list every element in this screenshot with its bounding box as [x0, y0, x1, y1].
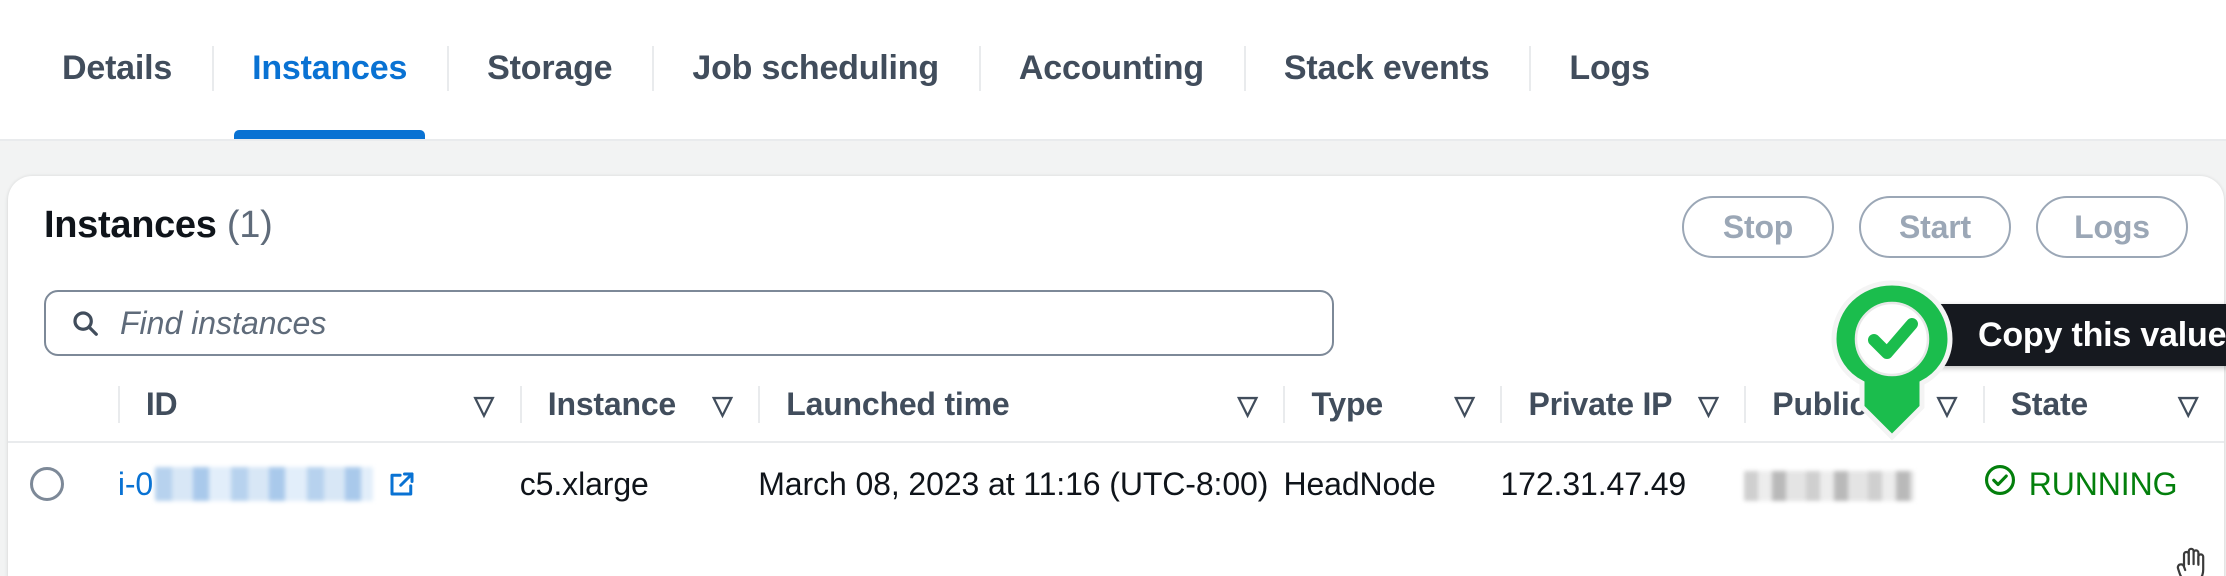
redacted-instance-id	[155, 467, 374, 501]
sort-icon[interactable]: ▽	[1238, 392, 1258, 418]
search-box[interactable]	[44, 290, 1334, 356]
tab-label: Stack events	[1283, 49, 1490, 87]
column-label: Instance	[547, 386, 677, 422]
cell-launched-time: March 08, 2023 at 11:16 (UTC-8:00)	[758, 465, 1269, 502]
tab-label: Logs	[1569, 49, 1650, 87]
cell-type: HeadNode	[1283, 465, 1436, 502]
tab-logs[interactable]: Logs	[1529, 0, 1689, 139]
status-badge: RUNNING	[2028, 465, 2178, 502]
col-header-private-ip[interactable]: Private IP ▽	[1500, 386, 1744, 442]
col-header-instance[interactable]: Instance ▽	[519, 386, 758, 442]
tab-bar: Details Instances Storage Job scheduling…	[0, 0, 2226, 141]
column-label: State	[2010, 386, 2089, 422]
external-link-icon[interactable]	[387, 469, 417, 499]
tab-stack-events[interactable]: Stack events	[1243, 0, 1530, 139]
status-success-icon	[1983, 463, 2017, 505]
table-header: ID ▽ Instance ▽ Launched time ▽ Type ▽ P…	[8, 386, 2224, 442]
row-select-cell	[8, 442, 118, 525]
panel-count: (1)	[226, 204, 273, 246]
cell-public-ip	[1744, 442, 1982, 525]
col-header-id[interactable]: ID ▽	[117, 386, 520, 442]
cell-state: RUNNING	[1983, 442, 2224, 525]
row-radio-button[interactable]	[30, 467, 64, 501]
tab-label: Accounting	[1018, 49, 1204, 87]
tab-divider	[1529, 46, 1532, 91]
search-icon	[70, 308, 100, 338]
column-label: Private IP	[1528, 386, 1673, 422]
cell-instance: c5.xlarge	[519, 465, 649, 502]
column-label: Type	[1311, 386, 1383, 422]
tab-label: Storage	[487, 49, 613, 87]
sort-icon[interactable]: ▽	[1455, 392, 1475, 418]
table-row[interactable]: i-0 c5.xlarge March 08, 2023 at 11:16 (U…	[8, 442, 2224, 525]
start-button[interactable]: Start	[1859, 196, 2011, 258]
instance-id-prefix: i-0	[117, 465, 154, 502]
stop-button[interactable]: Stop	[1682, 196, 1834, 258]
table-header-row: ID ▽ Instance ▽ Launched time ▽ Type ▽ P…	[8, 386, 2224, 442]
sort-icon[interactable]: ▽	[1937, 392, 1957, 418]
tab-divider	[1243, 46, 1246, 91]
tab-divider	[652, 46, 655, 91]
search-area	[8, 290, 2224, 356]
sort-icon[interactable]: ▽	[2178, 392, 2198, 418]
column-label: ID	[145, 386, 178, 422]
page-title: Instances (1)	[44, 204, 273, 247]
tab-label: Details	[62, 49, 173, 87]
redacted-public-ip	[1744, 471, 1915, 502]
col-header-public-ip[interactable]: Public IP ▽	[1744, 386, 1982, 442]
tooltip-text: Copy this value	[1978, 315, 2226, 354]
tab-job-scheduling[interactable]: Job scheduling	[652, 0, 979, 139]
col-select	[8, 386, 118, 442]
instances-table: ID ▽ Instance ▽ Launched time ▽ Type ▽ P…	[8, 386, 2224, 525]
col-header-type[interactable]: Type ▽	[1283, 386, 1500, 442]
sort-icon[interactable]: ▽	[712, 392, 732, 418]
tab-details[interactable]: Details	[22, 0, 212, 139]
cell-private-ip: 172.31.47.49	[1500, 465, 1687, 502]
panel-title-text: Instances	[44, 204, 217, 246]
col-header-state[interactable]: State ▽	[1982, 386, 2224, 442]
tab-list: Details Instances Storage Job scheduling…	[0, 0, 1690, 139]
instance-id-link[interactable]: i-0	[117, 465, 374, 503]
tab-divider	[212, 46, 215, 91]
panel-header: Instances (1) Stop Start Logs	[8, 176, 2224, 288]
col-header-launched-time[interactable]: Launched time ▽	[758, 386, 1283, 442]
sort-icon[interactable]: ▽	[474, 392, 494, 418]
tab-divider	[447, 46, 450, 91]
cell-id: i-0	[118, 442, 520, 525]
column-label: Launched time	[786, 386, 1010, 422]
table-body: i-0 c5.xlarge March 08, 2023 at 11:16 (U…	[8, 442, 2224, 525]
logs-button[interactable]: Logs	[2036, 196, 2188, 258]
tab-storage[interactable]: Storage	[447, 0, 652, 139]
sort-icon[interactable]: ▽	[1699, 392, 1719, 418]
tab-label: Instances	[252, 49, 408, 87]
column-label: Public IP	[1772, 386, 1906, 422]
instances-panel: Instances (1) Stop Start Logs Find insta…	[8, 176, 2224, 576]
tab-accounting[interactable]: Accounting	[978, 0, 1244, 139]
copy-tooltip: Copy this value	[1894, 304, 2226, 366]
panel-actions: Stop Start Logs	[1682, 196, 2188, 258]
tab-label: Job scheduling	[692, 49, 939, 87]
tab-instances[interactable]: Instances	[212, 0, 447, 139]
tab-divider	[978, 46, 981, 91]
search-input[interactable]	[46, 304, 1332, 342]
